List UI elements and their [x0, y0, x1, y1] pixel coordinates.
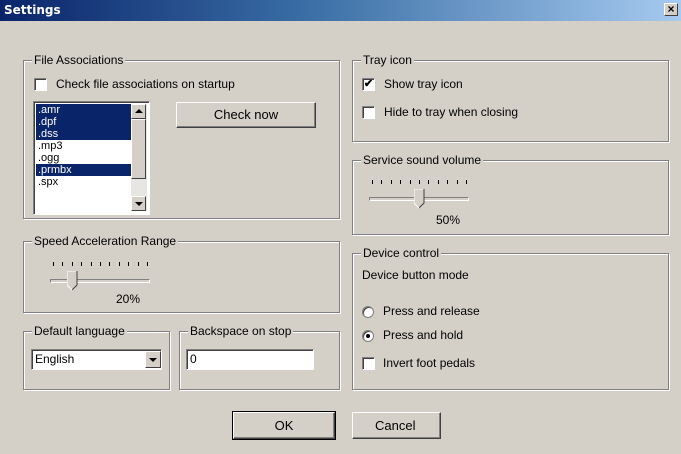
chevron-down-icon [149, 358, 157, 362]
slider-tick [400, 180, 402, 184]
slider-tick [100, 262, 101, 266]
scroll-up-arrow-icon [135, 109, 143, 113]
ok-button[interactable]: OK [232, 411, 336, 440]
slider-thumb[interactable] [66, 271, 78, 291]
language-selected-value: English [35, 352, 75, 366]
slider-tick [53, 262, 54, 266]
extension-list-item[interactable]: .prmbx [36, 164, 132, 176]
backspace-title: Backspace on stop [188, 324, 294, 338]
slider-tick [90, 262, 92, 266]
backspace-input-value: 0 [190, 352, 197, 366]
slider-track[interactable] [50, 279, 150, 283]
extension-list-item[interactable]: .spx [36, 176, 132, 188]
check-icon: ✔ [363, 78, 374, 90]
slider-tick [118, 262, 120, 266]
settings-window: Settings × File Associations Check file … [0, 0, 681, 454]
slider-tick [62, 262, 64, 266]
slider-tick [71, 262, 73, 266]
slider-tick [437, 180, 439, 184]
scroll-down-button[interactable] [131, 196, 146, 211]
check-on-startup-label: Check file associations on startup [56, 77, 235, 91]
show-tray-icon-checkbox[interactable]: ✔ [362, 78, 375, 91]
slider-tick [381, 180, 383, 184]
slider-tick [456, 180, 458, 184]
speed-range-value: 20% [116, 292, 141, 306]
slider-tick [447, 180, 449, 184]
hide-to-tray-label: Hide to tray when closing [384, 105, 519, 119]
slider-tick [428, 180, 430, 184]
slider-tick [390, 180, 392, 184]
slider-tick [128, 262, 130, 266]
device-control-title: Device control [361, 246, 442, 260]
slider-tick [419, 180, 420, 184]
default-language-title: Default language [32, 324, 127, 338]
press-and-release-label: Press and release [383, 304, 480, 318]
scroll-up-button[interactable] [131, 104, 146, 119]
service-volume-value: 50% [436, 213, 461, 227]
show-tray-icon-label: Show tray icon [384, 77, 463, 91]
cancel-button[interactable]: Cancel [352, 412, 441, 439]
extension-list-item[interactable]: .dpf [36, 116, 132, 128]
slider-tick [409, 180, 411, 184]
slider-thumb[interactable] [414, 189, 425, 209]
radio-dot [366, 334, 370, 338]
extension-list-item[interactable]: .amr [36, 104, 132, 116]
extensions-scrollbar[interactable] [131, 104, 147, 211]
invert-foot-pedals-checkbox[interactable] [362, 357, 375, 370]
press-and-release-radio[interactable] [362, 306, 374, 318]
language-dropdown-button[interactable] [145, 351, 161, 368]
slider-tick [109, 262, 111, 266]
check-on-startup-checkbox[interactable] [34, 78, 47, 91]
extension-list-item[interactable]: .dss [36, 128, 132, 140]
press-and-hold-label: Press and hold [383, 328, 464, 342]
slider-tick [81, 262, 83, 266]
invert-foot-pedals-label: Invert foot pedals [383, 356, 476, 370]
backspace-input[interactable]: 0 [186, 349, 314, 370]
scroll-down-arrow-icon [135, 202, 143, 206]
service-volume-slider[interactable] [369, 180, 475, 214]
extension-list-item[interactable]: .ogg [36, 152, 132, 164]
extensions-listbox[interactable]: .amr .dpf .dss .mp3 .ogg .prmbx .spx [33, 101, 150, 215]
window-title: Settings [4, 3, 61, 17]
file-associations-title: File Associations [32, 53, 126, 67]
speed-range-slider[interactable] [50, 262, 156, 296]
service-volume-title: Service sound volume [361, 153, 484, 167]
speed-range-title: Speed Acceleration Range [32, 234, 179, 248]
hide-to-tray-checkbox[interactable] [362, 106, 375, 119]
title-bar[interactable]: Settings × [0, 0, 681, 21]
extension-list-item[interactable]: .mp3 [36, 140, 132, 152]
close-button[interactable]: × [664, 3, 678, 16]
tray-icon-group: Tray icon [352, 53, 669, 142]
slider-tick [466, 180, 467, 184]
check-now-button[interactable]: Check now [176, 102, 316, 128]
slider-tick [372, 180, 373, 184]
slider-tick [137, 262, 139, 266]
press-and-hold-radio[interactable] [362, 330, 374, 342]
slider-tick [147, 262, 148, 266]
scroll-thumb[interactable] [131, 119, 146, 179]
tray-icon-title: Tray icon [361, 53, 414, 67]
language-select[interactable]: English [31, 349, 162, 370]
device-button-mode-label: Device button mode [362, 268, 469, 282]
